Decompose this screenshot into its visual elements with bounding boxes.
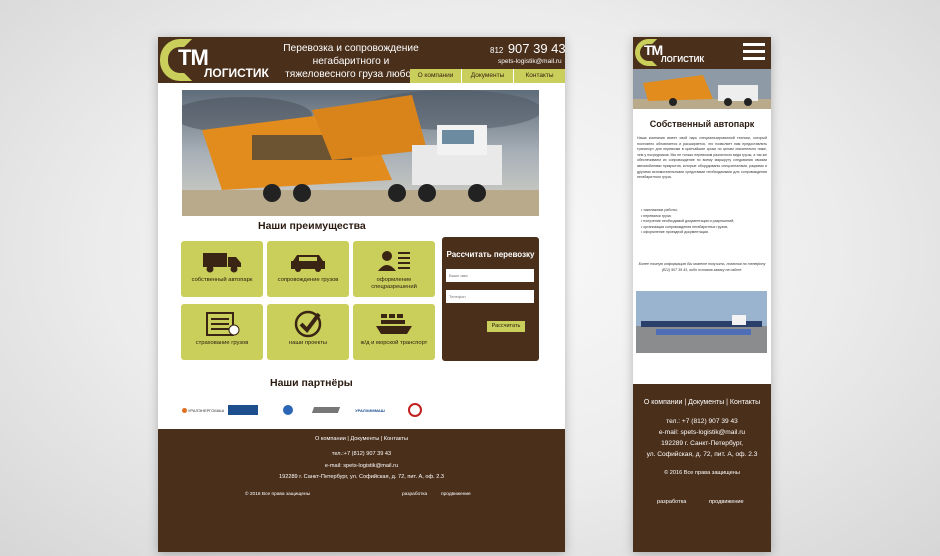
footer-nav[interactable]: О компании | Документы | Контакты [158,436,565,442]
slogan: Перевозка и сопровождение негабаритного … [283,43,419,93]
header-email[interactable]: spets-logistik@mail.ru [498,58,562,65]
tile-projects[interactable]: наши проекты [267,304,349,360]
partner-logo-1[interactable]: УРАЛЭНЕРГОМАШ [182,399,224,421]
footer-promo-link[interactable]: продвижение [441,492,471,497]
phone-code: 812 [490,46,504,55]
mobile-footer-phone[interactable]: тел.: +7 (812) 907 39 43 [633,418,771,425]
partner-logo-5[interactable]: УРАЛХИММАШ [350,399,390,421]
name-input[interactable] [446,269,534,282]
mobile-trailer-photo [636,291,767,353]
mobile-footer-copyright: © 2016 Все права защищены [664,470,740,476]
ship-icon [376,314,412,334]
partner-label: УРАЛЭНЕРГОМАШ [187,407,224,413]
footer-dev-link[interactable]: разработка [402,492,427,497]
logo-text: ЛОГИСТИК [661,55,705,64]
checkmark-icon [294,310,322,338]
tile-label: сопровождение грузов [277,277,339,283]
calc-form: Рассчитать перевозку Рассчитать [442,237,539,361]
list-item: оформление проездной документации. [641,230,769,236]
hamburger-menu-icon[interactable] [743,43,765,63]
footer-email[interactable]: e-mail: spets-logistik@mail.ru [158,463,565,469]
logo[interactable]: ТМ ЛОГИСТИК [160,39,269,83]
calc-title: Рассчитать перевозку [446,250,535,259]
partner-logo-2[interactable] [226,399,260,421]
partners-title: Наши партнёры [270,377,353,389]
mobile-footer-nav[interactable]: О компании | Документы | Контакты [633,399,771,406]
tile-insurance[interactable]: страхование грузов [181,304,263,360]
header: ТМ ЛОГИСТИК Перевозка и сопровождение не… [158,37,565,93]
footer-address: 192289 г. Санкт-Петербург, ул. Софийская… [279,474,444,480]
logo-text: ЛОГИСТИК [204,66,269,80]
footer: О компании | Документы | Контакты тел.:+… [158,429,565,552]
mobile-footer: О компании | Документы | Контакты тел.: … [633,384,771,552]
phone-number: 907 39 43 [507,41,565,56]
tile-permits[interactable]: оформление спецразрешений [353,241,435,297]
tile-label: страхование грузов [195,340,249,346]
header-phone[interactable]: 812 907 39 43 [490,40,565,58]
phone-input[interactable] [446,290,534,303]
desktop-mockup: ТМ ЛОГИСТИК Перевозка и сопровождение не… [158,37,565,552]
tile-label: ж/д и морской транспорт [360,340,428,346]
hero-photo [182,90,539,216]
partner-label: УРАЛХИММАШ [355,407,385,413]
partner-logo-6[interactable] [404,399,426,421]
partners-row: УРАЛЭНЕРГОМАШ УРАЛХИММАШ [182,399,432,421]
document-person-icon [378,251,410,271]
nav-item-documents[interactable]: Документы [462,69,514,83]
logo-tm: ТМ [644,42,663,58]
top-nav: О компании Документы Контакты [410,69,565,83]
mobile-footer-city: 192289 г. Санкт-Петербург, [661,440,743,447]
tile-label: оформление спецразрешений [371,277,417,290]
footer-copyright: © 2016 Все права защищены [245,492,311,497]
mobile-footer-email[interactable]: e-mail: spets-logistik@mail.ru [633,429,771,436]
partner-logo-3[interactable] [278,399,298,421]
mobile-footer-promo-link[interactable]: продвижение [709,499,744,505]
mobile-hero-photo [633,69,771,109]
footer-phone[interactable]: тел.:+7 (812) 907 39 43 [158,451,565,457]
mobile-page-title: Собственный автопарк [649,119,755,129]
tile-fleet[interactable]: собственный автопарк [181,241,263,297]
truck-icon [203,253,241,273]
tile-label: наши проекты [288,340,328,346]
checklist-icon [206,312,240,336]
calculate-button[interactable]: Рассчитать [487,321,525,332]
advantages-title: Наши преимущества [258,220,366,232]
mobile-mockup: ТМ ЛОГИСТИК Собственный автопарк Наша ко… [633,37,771,552]
tile-label: собственный автопарк [191,277,253,283]
mobile-header: ТМ ЛОГИСТИК [633,37,771,69]
nav-item-about[interactable]: О компании [410,69,462,83]
mobile-intro-text: Наша компания имеет свой парк специализи… [637,136,767,180]
mobile-contact-note: Более точную информацию Вы можете получи… [638,262,766,272]
mobile-service-list: такелажные работы; перевалки груза; полу… [641,208,769,236]
partner-logo-4[interactable] [310,399,342,421]
tile-escort[interactable]: сопровождение грузов [267,241,349,297]
mobile-footer-dev-link[interactable]: разработка [657,499,686,505]
tile-rail-sea[interactable]: ж/д и морской транспорт [353,304,435,360]
car-icon [291,255,325,272]
nav-item-contacts[interactable]: Контакты [514,69,565,83]
mobile-footer-street: ул. Софийская, д. 72, пит. А, оф. 2.3 [646,451,758,458]
